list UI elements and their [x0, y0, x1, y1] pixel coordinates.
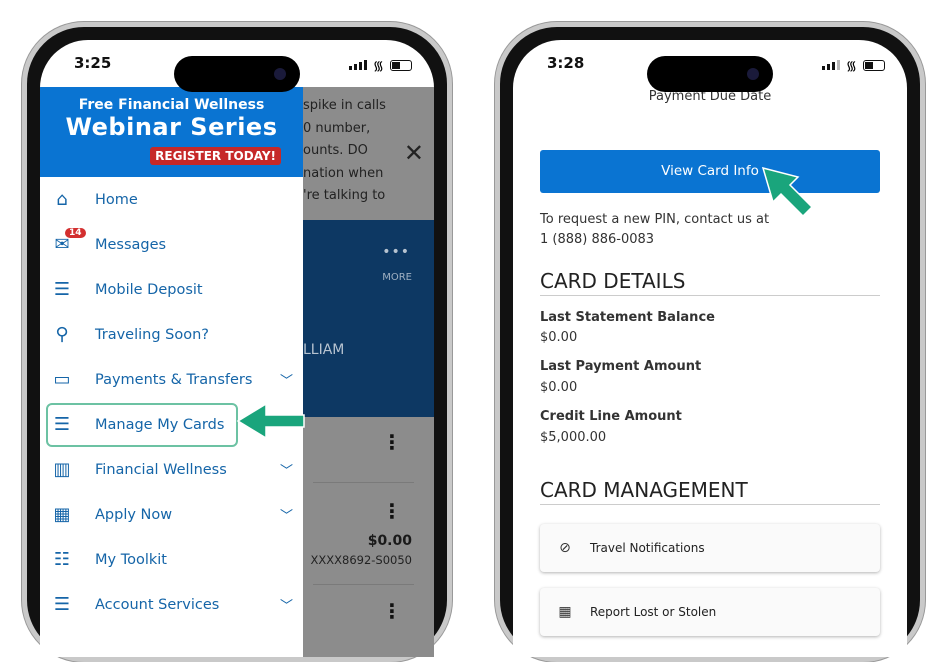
close-icon[interactable]: ✕: [404, 139, 424, 167]
status-time: 3:28: [547, 54, 585, 72]
menu-item-label: Mobile Deposit: [95, 281, 203, 298]
right-phone: Payment Due Date View Card Info To reque…: [495, 22, 925, 662]
chevron-down-icon[interactable]: ﹀: [280, 595, 293, 614]
menu-item-messages[interactable]: ✉ 14 Messages: [40, 222, 303, 267]
card-management-heading: CARD MANAGEMENT: [540, 478, 880, 505]
menu-item-account-services[interactable]: ☰ Account Services ﹀: [40, 582, 303, 627]
dynamic-island: [174, 56, 300, 92]
divider: [313, 482, 414, 483]
mail-icon: ✉ 14: [51, 227, 86, 256]
detail-value: $0.00: [540, 380, 578, 395]
credit-card-icon: ▭: [53, 369, 71, 390]
pin-info: To request a new PIN, contact us at 1 (8…: [540, 210, 769, 250]
dynamic-island: [647, 56, 773, 92]
left-phone: Free Financial Wellness Webinar Series R…: [22, 22, 452, 662]
menu-item-mobile-deposit[interactable]: ☰ Mobile Deposit: [40, 267, 303, 312]
location-pin-icon: ⚲: [55, 324, 69, 345]
card-details-heading: CARD DETAILS: [540, 269, 880, 296]
account-balance: $0.00: [367, 533, 412, 549]
chevron-down-icon[interactable]: ﹀: [280, 370, 293, 389]
menu-item-payments-transfers[interactable]: ▭ Payments & Transfers ﹀: [40, 357, 303, 402]
menu-item-apply-now[interactable]: ▦ Apply Now ﹀: [40, 492, 303, 537]
menu-item-label: Home: [95, 191, 138, 208]
chevron-down-icon[interactable]: ﹀: [280, 505, 293, 524]
detail-value: $5,000.00: [540, 430, 607, 445]
kebab-icon[interactable]: ⋮: [382, 601, 402, 621]
nav-drawer: Free Financial Wellness Webinar Series R…: [40, 87, 303, 657]
more-label[interactable]: MORE: [382, 272, 412, 283]
wifi-icon: ᯾: [845, 59, 857, 74]
menu-item-my-toolkit[interactable]: ☷ My Toolkit: [40, 537, 303, 582]
travel-notifications-button[interactable]: ⊘ Travel Notifications: [540, 524, 880, 572]
divider: [313, 584, 414, 585]
menu-item-label: Payments & Transfers: [95, 371, 253, 388]
menu-item-label: Manage My Cards: [95, 416, 225, 433]
kebab-icon[interactable]: ⋮: [382, 432, 402, 452]
status-time: 3:25: [74, 54, 112, 72]
banner-line2: Webinar Series: [65, 113, 278, 141]
calculator-icon: ▦: [53, 504, 71, 525]
menu-icon: ☰: [53, 594, 71, 615]
menu-icon: ☰: [53, 279, 71, 300]
pointer-arrow-icon: [761, 166, 814, 218]
menu-item-label: My Toolkit: [95, 551, 167, 568]
menu-item-label: Account Services: [95, 596, 220, 613]
alert-text: spike in calls 0 number, ounts. DO natio…: [303, 98, 386, 203]
report-lost-stolen-button[interactable]: ▦ Report Lost or Stolen: [540, 588, 880, 636]
battery-icon: [863, 59, 885, 71]
background-overlay[interactable]: spike in calls 0 number, ounts. DO natio…: [303, 87, 434, 657]
left-screen: Free Financial Wellness Webinar Series R…: [40, 40, 434, 657]
battery-icon: [390, 59, 412, 71]
pointer-arrow-icon: [236, 402, 305, 440]
action-label: Travel Notifications: [590, 541, 705, 555]
kebab-icon[interactable]: ⋮: [382, 501, 402, 521]
bar-chart-icon: ▥: [53, 459, 71, 480]
account-number: XXXX8692-S0050: [310, 553, 413, 567]
menu-item-label: Financial Wellness: [95, 461, 227, 478]
menu-item-label: Traveling Soon?: [95, 326, 209, 343]
home-icon: ⌂: [56, 189, 68, 210]
name-fragment: LLIAM: [303, 342, 345, 358]
signal-icon: [821, 60, 840, 70]
wifi-icon: ᯾: [372, 59, 384, 74]
card-alert-icon: ▦: [558, 604, 572, 620]
register-button[interactable]: REGISTER TODAY!: [150, 147, 281, 165]
right-screen: Payment Due Date View Card Info To reque…: [513, 40, 907, 657]
detail-value: $0.00: [540, 330, 578, 345]
detail-label: Credit Line Amount: [540, 409, 682, 424]
status-icons: ᯾: [821, 56, 885, 74]
menu-item-home[interactable]: ⌂ Home: [40, 177, 303, 222]
chevron-down-icon[interactable]: ﹀: [280, 460, 293, 479]
webinar-banner[interactable]: Free Financial Wellness Webinar Series R…: [40, 87, 303, 177]
detail-label: Last Payment Amount: [540, 359, 702, 374]
view-card-info-button[interactable]: View Card Info: [540, 150, 880, 193]
status-icons: ᯾: [348, 56, 412, 74]
account-header: ••• MORE LLIAM: [303, 220, 434, 417]
menu-item-label: Messages: [95, 236, 167, 253]
signal-icon: [348, 60, 367, 70]
message-count-badge: 14: [65, 227, 86, 238]
banner-line1: Free Financial Wellness: [78, 97, 265, 113]
menu-item-traveling-soon-[interactable]: ⚲ Traveling Soon?: [40, 312, 303, 357]
menu-item-label: Apply Now: [95, 506, 173, 523]
action-label: Report Lost or Stolen: [590, 605, 717, 619]
phone-number-link[interactable]: 1 (888) 886-0083: [540, 230, 769, 250]
pin-text: To request a new PIN, contact us at: [540, 212, 770, 227]
menu-item-financial-wellness[interactable]: ▥ Financial Wellness ﹀: [40, 447, 303, 492]
more-icon[interactable]: •••: [382, 244, 410, 260]
checklist-icon: ☷: [53, 549, 71, 570]
compass-icon: ⊘: [559, 540, 571, 556]
detail-label: Last Statement Balance: [540, 310, 715, 325]
menu-icon: ☰: [53, 414, 71, 435]
